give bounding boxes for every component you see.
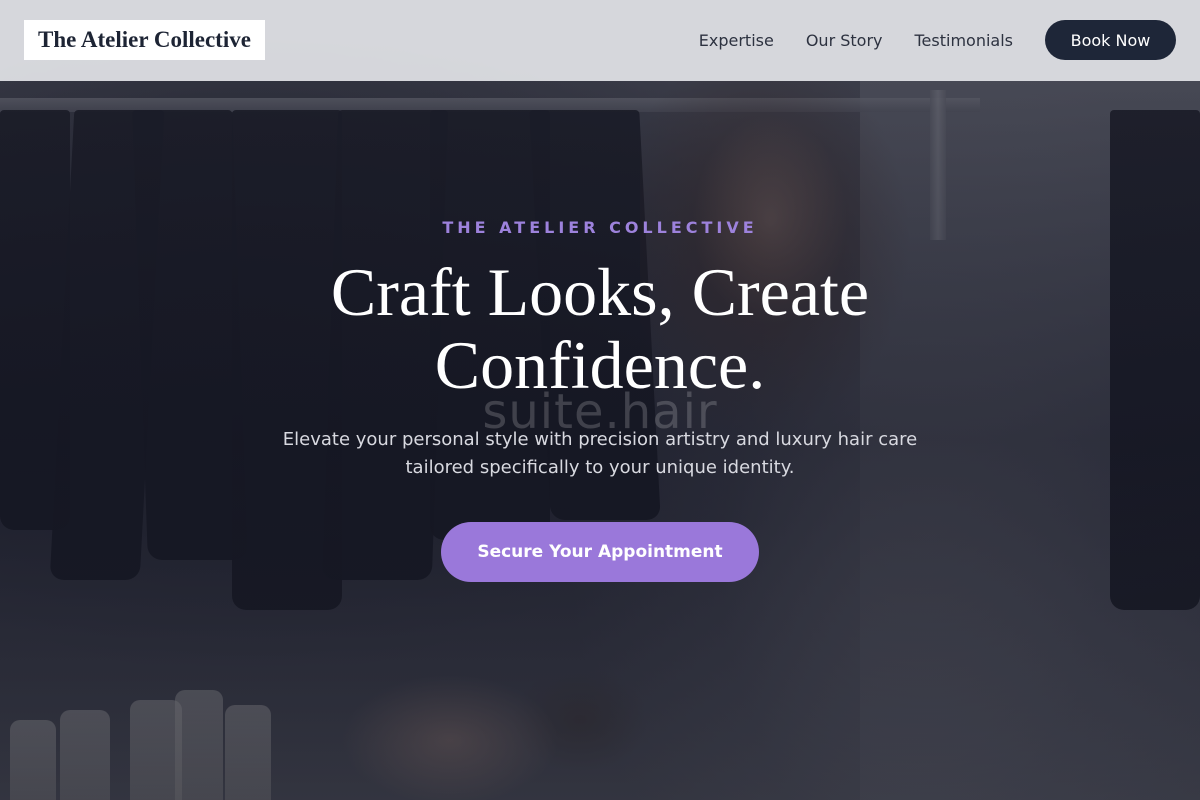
hero-subtext: Elevate your personal style with precisi… bbox=[282, 429, 918, 478]
main-nav: Expertise Our Story Testimonials Book No… bbox=[699, 20, 1176, 60]
brand-logo[interactable]: The Atelier Collective bbox=[24, 20, 265, 60]
nav-link-our-story[interactable]: Our Story bbox=[806, 31, 883, 50]
secure-appointment-button[interactable]: Secure Your Appointment bbox=[441, 522, 759, 582]
landing-page: The Atelier Collective Expertise Our Sto… bbox=[0, 0, 1200, 800]
book-now-button[interactable]: Book Now bbox=[1045, 20, 1176, 60]
nav-link-testimonials[interactable]: Testimonials bbox=[915, 31, 1014, 50]
hero-headline: Craft Looks, Create Confidence. bbox=[330, 254, 870, 403]
hero-section: THE ATELIER COLLECTIVE suite.hair Craft … bbox=[0, 0, 1200, 800]
nav-link-expertise[interactable]: Expertise bbox=[699, 31, 774, 50]
hero-eyebrow: THE ATELIER COLLECTIVE bbox=[442, 218, 758, 237]
site-header: The Atelier Collective Expertise Our Sto… bbox=[0, 0, 1200, 81]
